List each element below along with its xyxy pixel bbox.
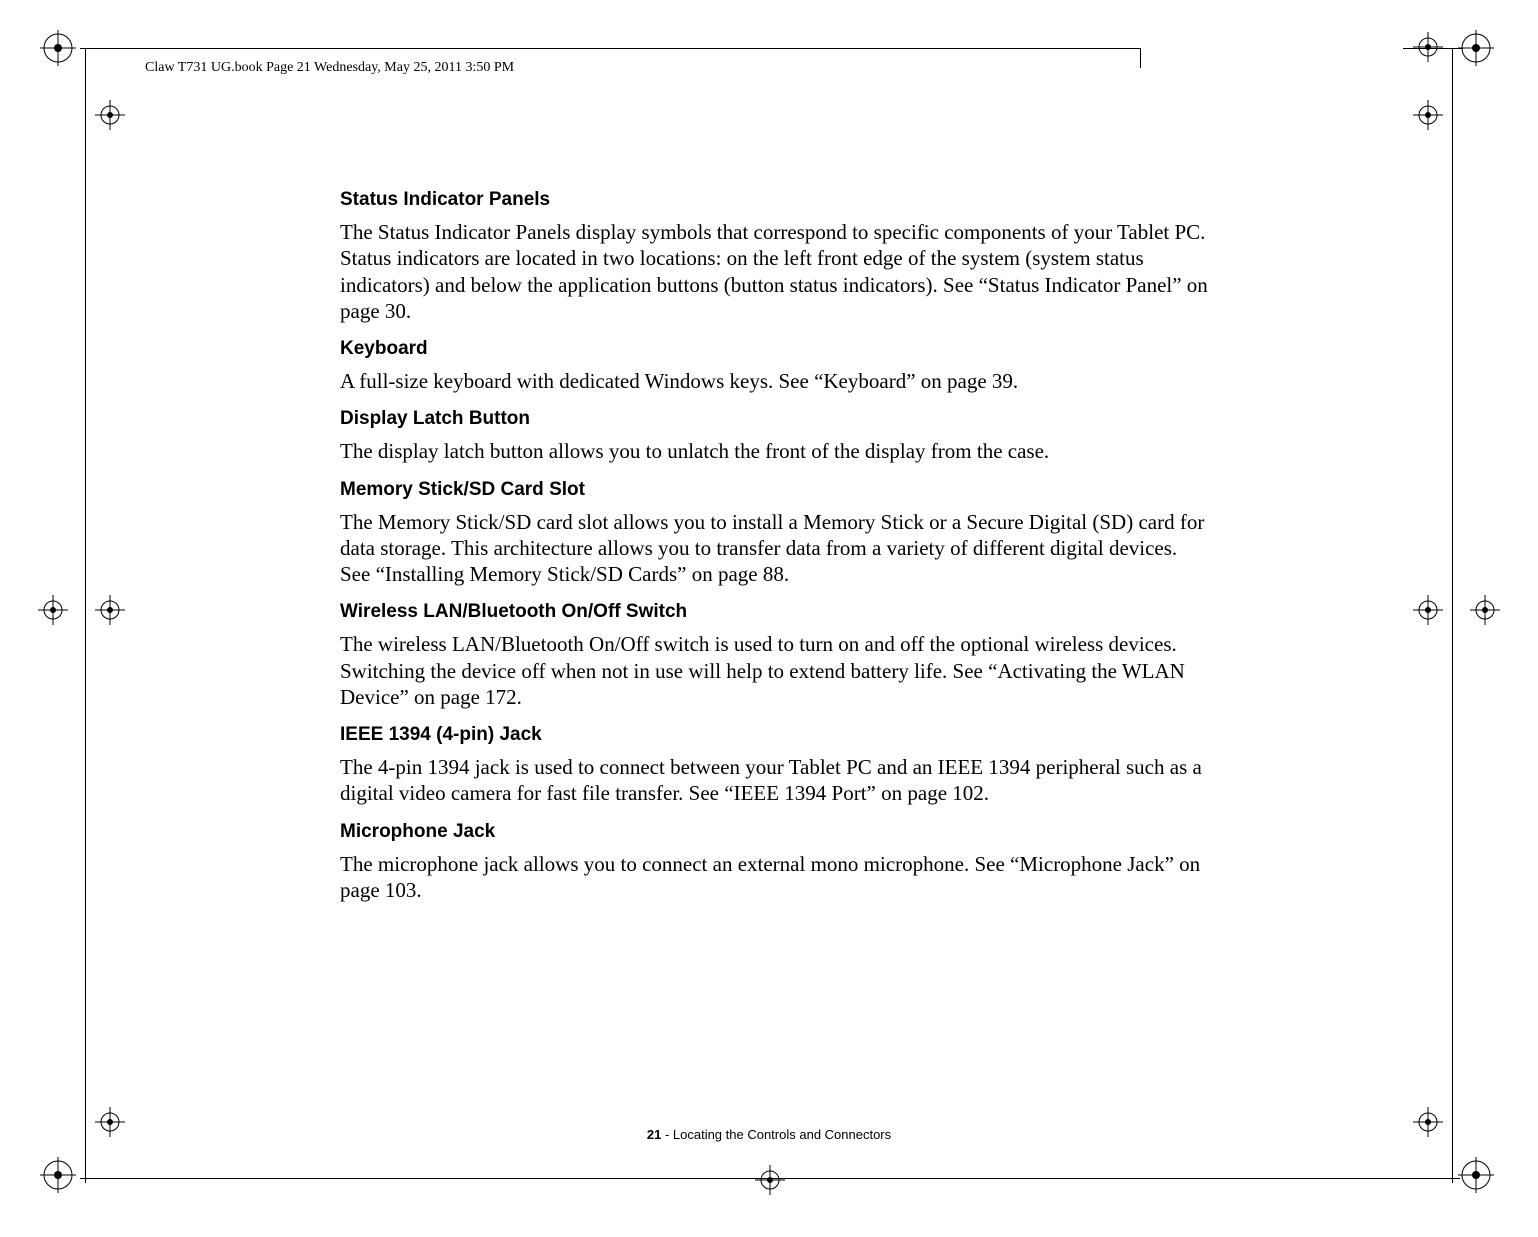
section-body: The microphone jack allows you to connec…	[340, 851, 1210, 904]
section-body: The Status Indicator Panels display symb…	[340, 219, 1210, 324]
page-content: Status Indicator Panels The Status Indic…	[340, 175, 1210, 909]
registration-mark-icon	[1458, 1157, 1498, 1197]
footer-separator: -	[661, 1127, 673, 1142]
section: Microphone Jack The microphone jack allo…	[340, 821, 1210, 904]
crosshair-icon	[38, 595, 68, 625]
section: Display Latch Button The display latch b…	[340, 408, 1210, 464]
section-body: The wireless LAN/Bluetooth On/Off switch…	[340, 631, 1210, 710]
crosshair-icon	[1413, 595, 1443, 625]
registration-mark-icon	[1458, 30, 1498, 70]
section-heading: Memory Stick/SD Card Slot	[340, 479, 1210, 501]
section-heading: Wireless LAN/Bluetooth On/Off Switch	[340, 601, 1210, 623]
section-body: The 4-pin 1394 jack is used to connect b…	[340, 754, 1210, 807]
section: IEEE 1394 (4-pin) Jack The 4-pin 1394 ja…	[340, 724, 1210, 807]
section-heading: Keyboard	[340, 338, 1210, 360]
page-footer: 21 - Locating the Controls and Connector…	[0, 1127, 1538, 1142]
crosshair-icon	[95, 100, 125, 130]
crosshair-icon	[1470, 595, 1500, 625]
registration-mark-icon	[40, 1157, 80, 1197]
crosshair-icon	[755, 1165, 785, 1195]
section-heading: IEEE 1394 (4-pin) Jack	[340, 724, 1210, 746]
page-number: 21	[647, 1127, 661, 1142]
crop-line	[80, 48, 1140, 49]
crop-line	[1140, 48, 1141, 68]
crosshair-icon	[1413, 100, 1443, 130]
section: Wireless LAN/Bluetooth On/Off Switch The…	[340, 601, 1210, 710]
section: Keyboard A full-size keyboard with dedic…	[340, 338, 1210, 394]
section-heading: Status Indicator Panels	[340, 189, 1210, 211]
crop-line	[1452, 48, 1453, 1183]
registration-mark-icon	[40, 30, 80, 70]
section-body: A full-size keyboard with dedicated Wind…	[340, 368, 1210, 394]
crop-line	[80, 1178, 1460, 1179]
section: Status Indicator Panels The Status Indic…	[340, 189, 1210, 324]
crosshair-icon	[95, 595, 125, 625]
running-head: Claw T731 UG.book Page 21 Wednesday, May…	[145, 60, 514, 76]
section-body: The display latch button allows you to u…	[340, 438, 1210, 464]
section-heading: Display Latch Button	[340, 408, 1210, 430]
chapter-title: Locating the Controls and Connectors	[673, 1127, 891, 1142]
section-body: The Memory Stick/SD card slot allows you…	[340, 509, 1210, 588]
crop-line	[85, 48, 86, 1183]
crop-line	[1403, 48, 1463, 49]
section: Memory Stick/SD Card Slot The Memory Sti…	[340, 479, 1210, 588]
crosshair-icon	[1413, 32, 1443, 62]
page: { "header": { "running_head": "Claw T731…	[0, 0, 1538, 1237]
section-heading: Microphone Jack	[340, 821, 1210, 843]
